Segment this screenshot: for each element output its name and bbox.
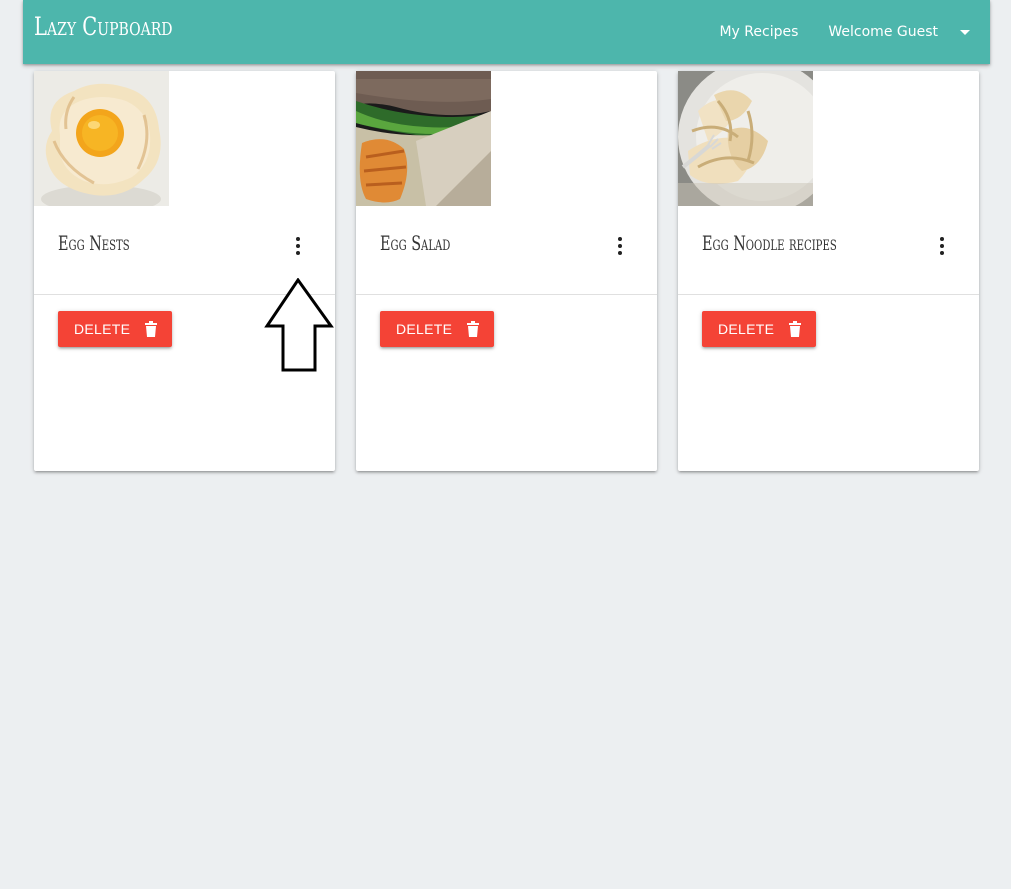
more-vert-icon[interactable] <box>292 236 304 256</box>
recipe-card: Egg Nests DELETE <box>34 71 335 471</box>
brand-logo[interactable]: Lazy Cupboard <box>34 12 173 41</box>
recipe-title[interactable]: Egg Salad <box>380 231 450 255</box>
delete-label: DELETE <box>396 321 453 337</box>
top-navbar: Lazy Cupboard My Recipes Welcome Guest <box>23 0 990 64</box>
trash-icon <box>145 321 158 337</box>
recipe-image <box>34 71 169 206</box>
recipe-card: Egg Noodle recipes DELETE <box>678 71 979 471</box>
more-vert-icon[interactable] <box>614 236 626 256</box>
recipe-image <box>678 71 813 206</box>
delete-label: DELETE <box>74 321 131 337</box>
dropdown-arrow-icon[interactable] <box>960 29 970 35</box>
annotation-up-arrow-icon <box>264 278 334 372</box>
recipe-image <box>356 71 491 206</box>
delete-label: DELETE <box>718 321 775 337</box>
card-divider <box>356 294 657 295</box>
trash-icon <box>789 321 802 337</box>
delete-button[interactable]: DELETE <box>702 311 816 347</box>
nav-links: My Recipes Welcome Guest <box>719 0 970 64</box>
recipe-card: Egg Salad DELETE <box>356 71 657 471</box>
more-vert-icon[interactable] <box>936 236 948 256</box>
user-menu-link[interactable]: Welcome Guest <box>828 24 938 40</box>
delete-button[interactable]: DELETE <box>58 311 172 347</box>
card-divider <box>678 294 979 295</box>
recipe-title[interactable]: Egg Nests <box>58 231 130 255</box>
my-recipes-link[interactable]: My Recipes <box>719 24 798 40</box>
trash-icon <box>467 321 480 337</box>
delete-button[interactable]: DELETE <box>380 311 494 347</box>
recipe-title[interactable]: Egg Noodle recipes <box>702 231 837 255</box>
